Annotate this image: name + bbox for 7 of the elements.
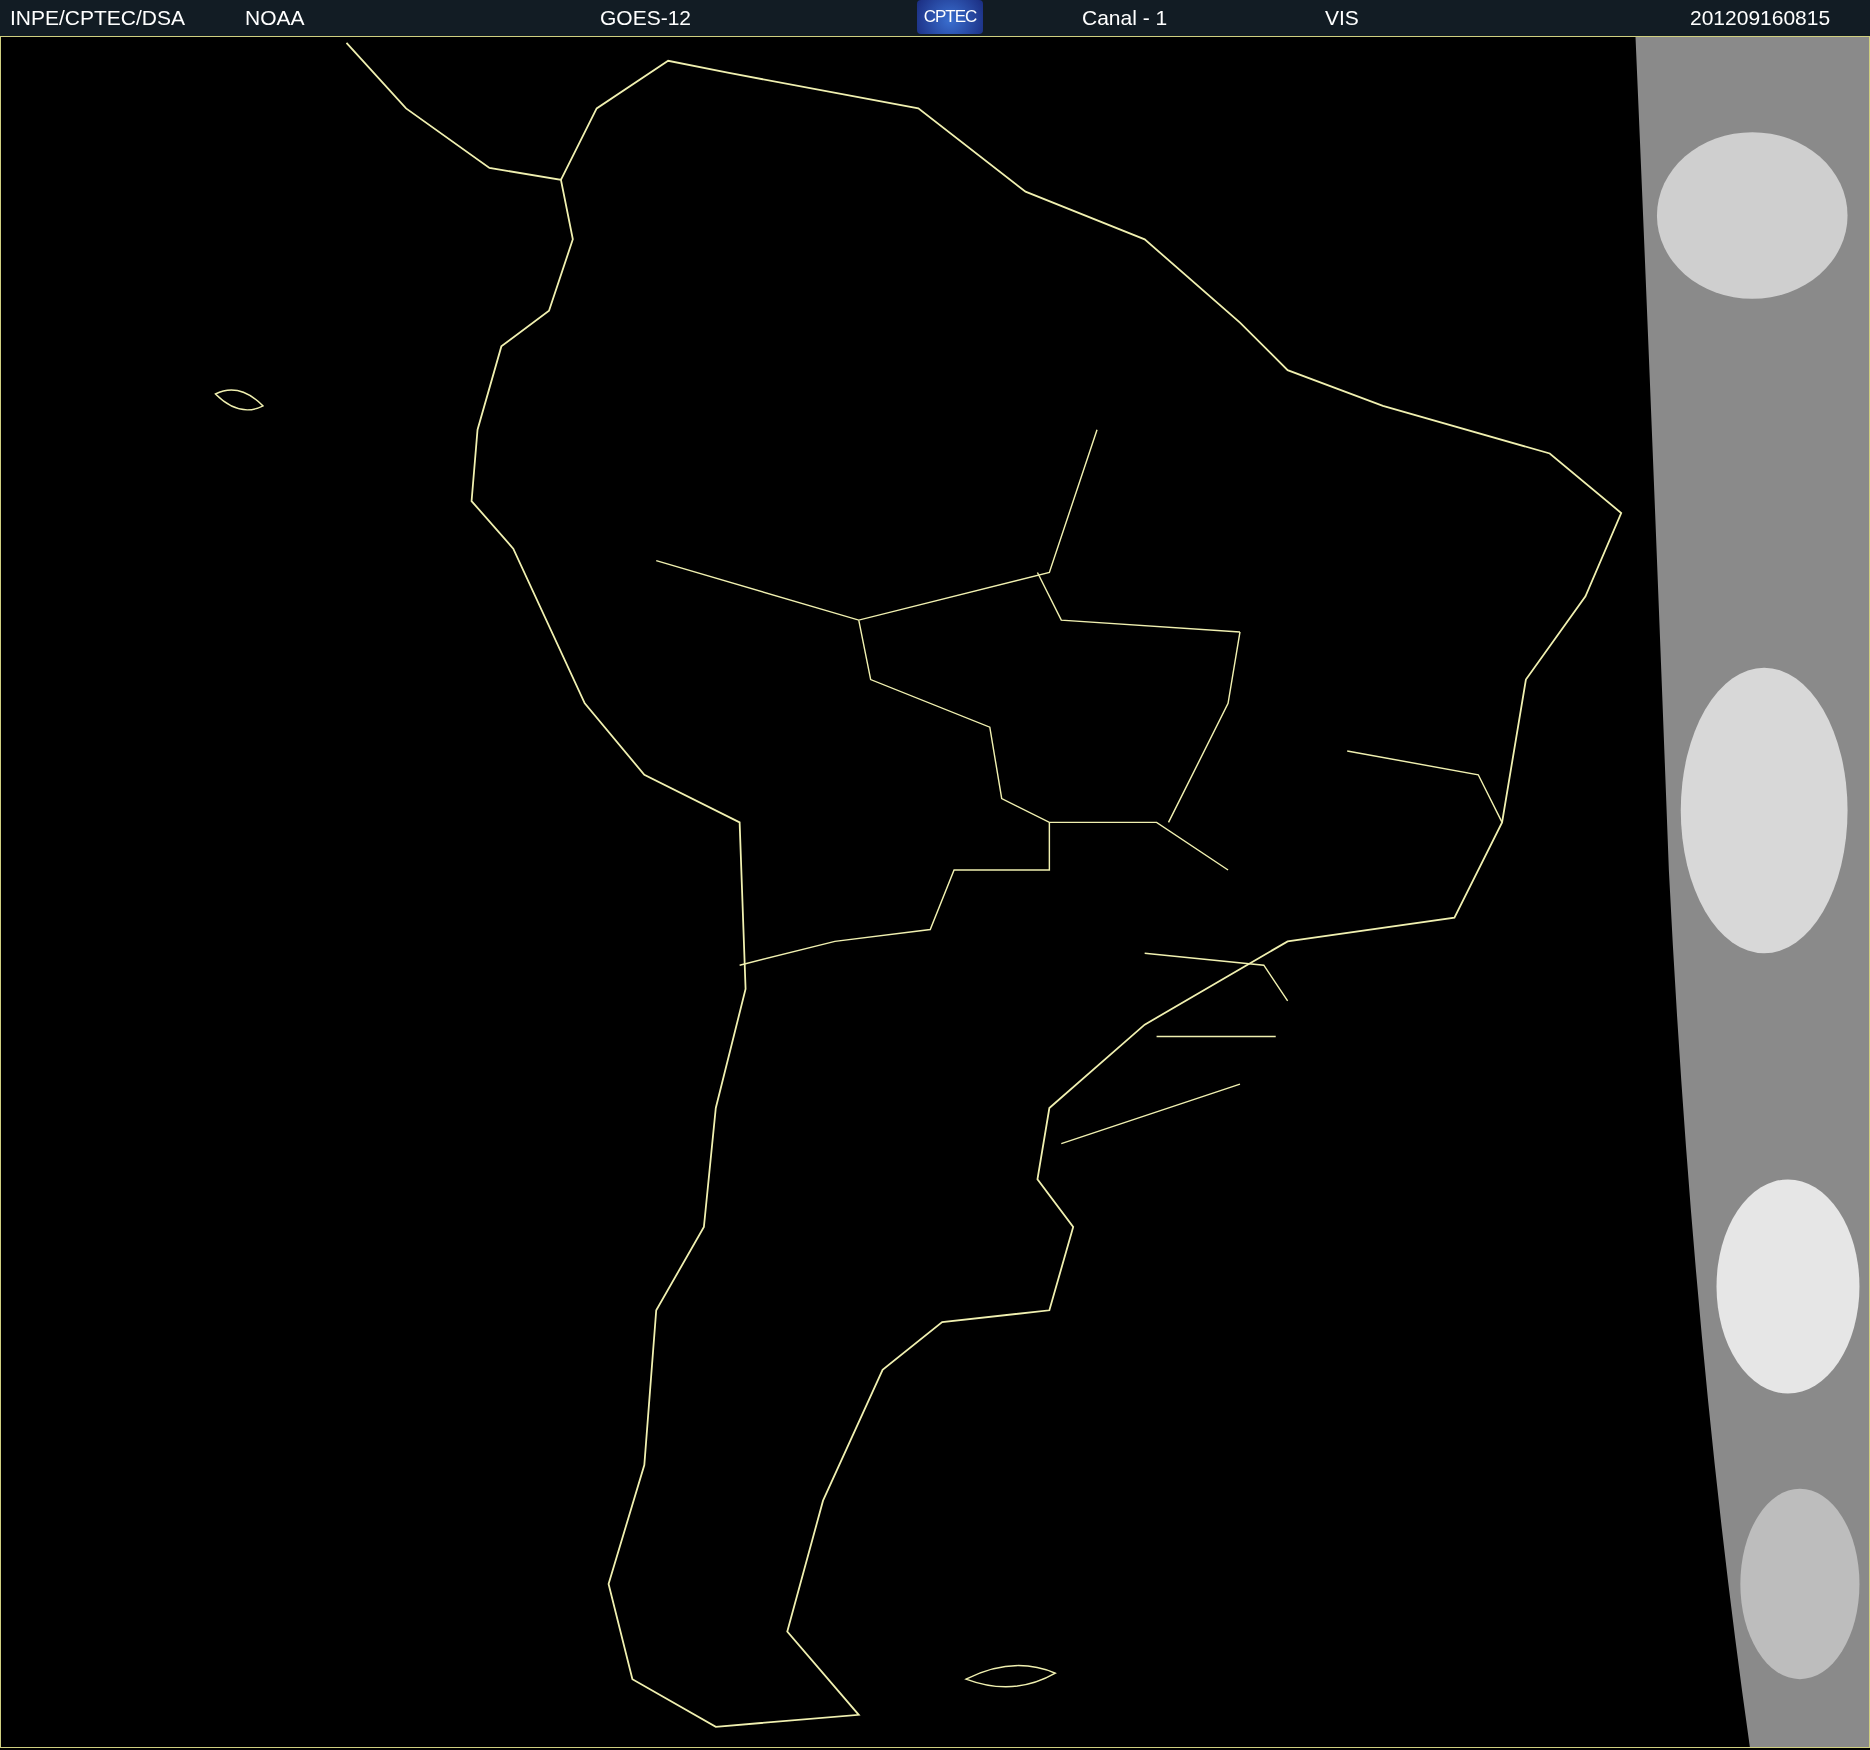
header-label: VIS <box>1325 6 1359 30</box>
header-label: GOES-12 <box>600 6 692 30</box>
header-label: NOAA <box>245 6 305 30</box>
logo: CPTEC <box>917 0 983 34</box>
header-label: 201209160815 <box>1690 6 1831 30</box>
agency-label: INPE/CPTEC/DSA <box>10 6 186 30</box>
header-label: Canal - 1 <box>1082 6 1168 30</box>
